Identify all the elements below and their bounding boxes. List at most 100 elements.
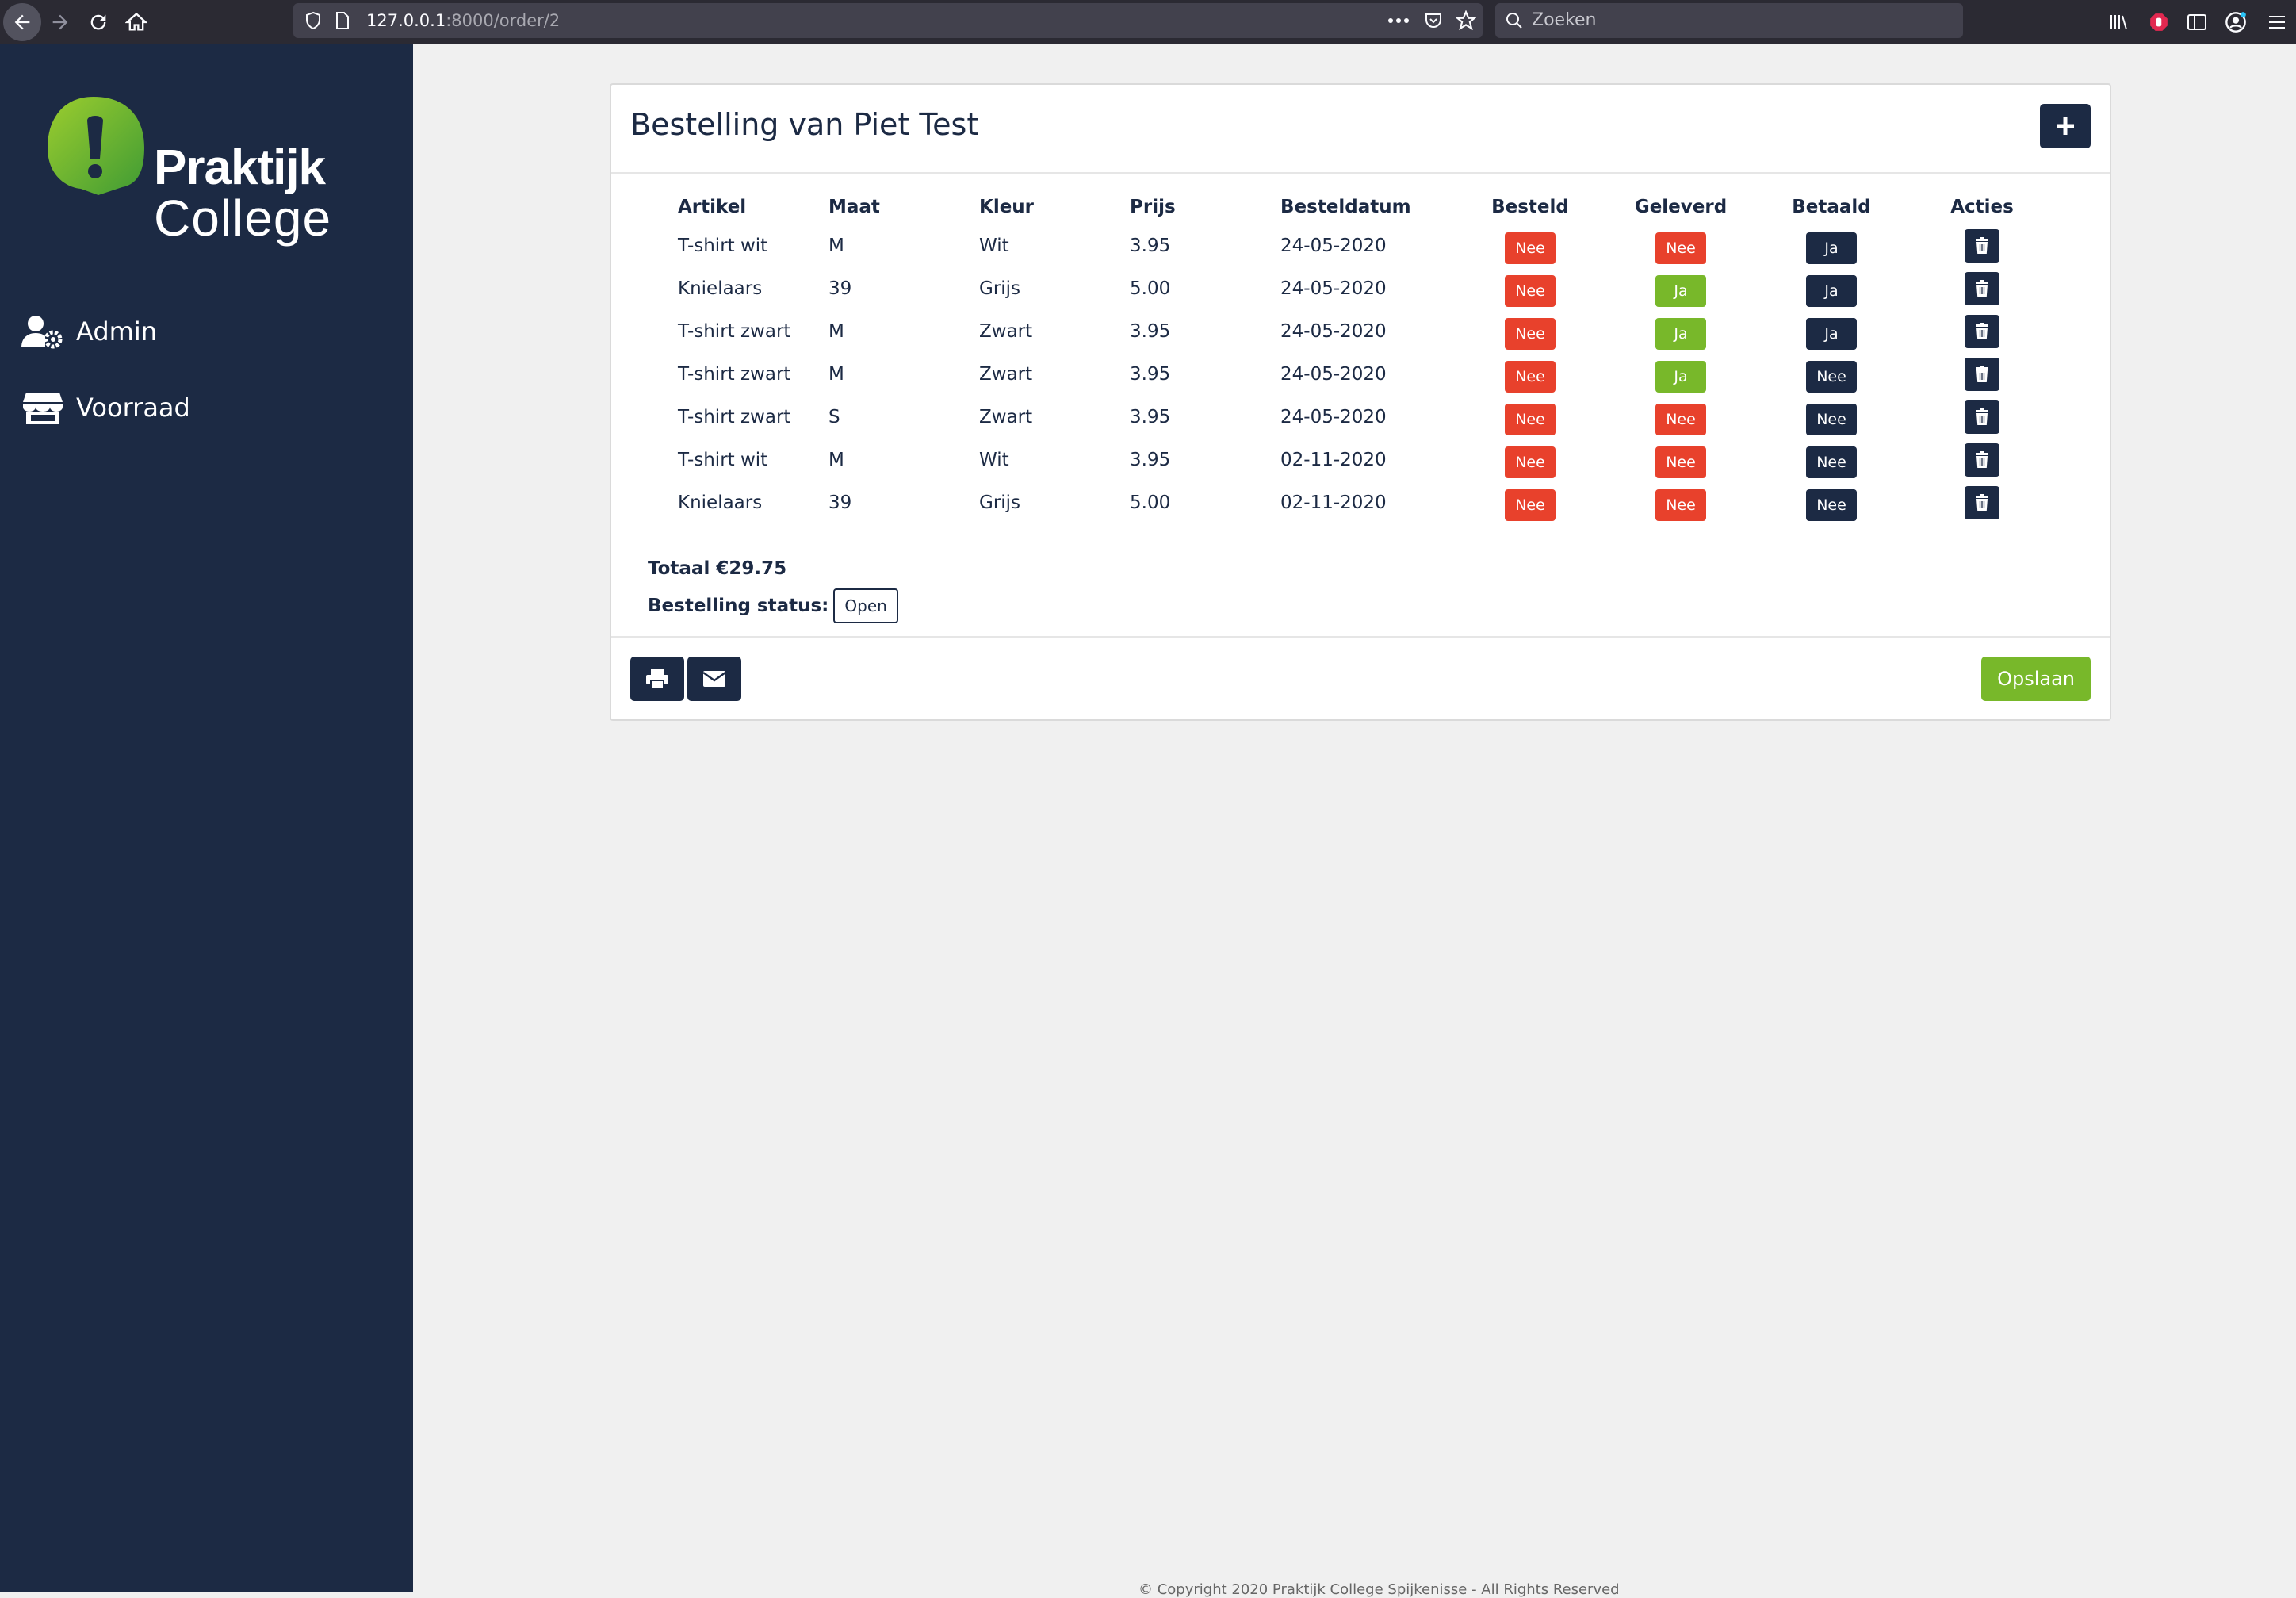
table-row: Knielaars 39 Grijs 5.00 24-05-2020 Nee Ja Ja [649, 267, 2057, 310]
besteld-toggle-badge[interactable]: Nee [1505, 232, 1556, 264]
delete-button[interactable] [1965, 272, 1999, 305]
cell-besteldatum: 24-05-2020 [1280, 364, 1387, 385]
cell-geleverd: Nee [1605, 396, 1756, 439]
sidebar-item-admin[interactable]: Admin [21, 308, 157, 355]
cell-besteldatum: 02-11-2020 [1280, 450, 1387, 470]
cell-prijs: 3.95 [1130, 407, 1171, 427]
cell-geleverd: Ja [1605, 310, 1756, 353]
cell-besteld: Nee [1455, 310, 1605, 353]
home-icon [125, 12, 147, 31]
geleverd-toggle-badge[interactable]: Nee [1655, 404, 1706, 435]
betaald-toggle-badge[interactable]: Nee [1806, 446, 1857, 478]
besteld-toggle-badge[interactable]: Nee [1505, 361, 1556, 393]
print-button[interactable] [630, 657, 684, 701]
column-header: Maat [828, 197, 880, 217]
sidebar-item-voorraad[interactable]: Voorraad [21, 384, 190, 431]
geleverd-toggle-badge[interactable]: Nee [1655, 232, 1706, 264]
status-button[interactable]: Open [833, 588, 898, 623]
cell-prijs: 5.00 [1130, 278, 1171, 299]
cell-prijs: 5.00 [1130, 492, 1171, 513]
column-header: Kleur [979, 197, 1035, 217]
besteld-toggle-badge[interactable]: Nee [1505, 446, 1556, 478]
geleverd-toggle-badge[interactable]: Nee [1655, 446, 1706, 478]
cell-betaald: Nee [1756, 439, 1907, 481]
betaald-toggle-badge[interactable]: Nee [1806, 489, 1857, 521]
besteld-toggle-badge[interactable]: Nee [1505, 275, 1556, 307]
delete-button[interactable] [1965, 358, 1999, 391]
menu-icon[interactable] [2267, 0, 2286, 44]
delete-button[interactable] [1965, 443, 1999, 477]
trash-icon [1976, 237, 1988, 254]
geleverd-toggle-badge[interactable]: Ja [1655, 361, 1706, 393]
trash-icon [1976, 323, 1988, 339]
delete-button[interactable] [1965, 315, 1999, 348]
cell-besteld: Nee [1455, 353, 1605, 396]
table-row: Knielaars 39 Grijs 5.00 02-11-2020 Nee Nee Nee [649, 481, 2057, 524]
cell-prijs: 3.95 [1130, 450, 1171, 470]
column-header: Artikel [678, 197, 747, 217]
trash-icon [1976, 451, 1988, 468]
betaald-toggle-badge[interactable]: Ja [1806, 275, 1857, 307]
table-row: T-shirt zwart S Zwart 3.95 24-05-2020 Nee Nee N… [649, 396, 2057, 439]
cell-acties [1907, 481, 2057, 524]
table-row: T-shirt zwart M Zwart 3.95 24-05-2020 Nee Ja Ja [649, 310, 2057, 353]
save-button[interactable]: Opslaan [1981, 657, 2091, 701]
besteld-toggle-badge[interactable]: Nee [1505, 489, 1556, 521]
cell-acties [1907, 267, 2057, 310]
account-icon[interactable] [2225, 0, 2247, 44]
cell-geleverd: Ja [1605, 267, 1756, 310]
logo-text-college: College [154, 190, 332, 247]
reload-button[interactable] [79, 0, 117, 44]
order-table: Artikel Maat Kleur Prijs Besteldatum Bes… [649, 190, 2057, 524]
more-actions-icon[interactable] [1387, 3, 1410, 38]
add-item-button[interactable] [2040, 104, 2091, 148]
card-footer: Opslaan [611, 636, 2110, 721]
bookmark-star-icon[interactable] [1456, 3, 1476, 38]
geleverd-toggle-badge[interactable]: Nee [1655, 489, 1706, 521]
library-icon[interactable] [2109, 0, 2130, 44]
cell-geleverd: Nee [1605, 224, 1756, 267]
geleverd-toggle-badge[interactable]: Ja [1655, 318, 1706, 350]
order-table-body: T-shirt wit M Wit 3.95 24-05-2020 Nee Nee Ja Kni… [649, 224, 2057, 524]
delete-button[interactable] [1965, 229, 1999, 263]
cell-maat: M [828, 450, 844, 470]
cell-artikel: T-shirt zwart [678, 364, 791, 385]
cell-acties [1907, 224, 2057, 267]
pocket-icon[interactable] [1424, 3, 1443, 38]
cell-geleverd: Ja [1605, 353, 1756, 396]
cell-kleur: Wit [979, 450, 1009, 470]
betaald-toggle-badge[interactable]: Nee [1806, 404, 1857, 435]
besteld-toggle-badge[interactable]: Nee [1505, 404, 1556, 435]
sidebar-item-label: Voorraad [76, 393, 190, 423]
cell-kleur: Grijs [979, 278, 1021, 299]
cell-betaald: Ja [1756, 224, 1907, 267]
geleverd-toggle-badge[interactable]: Ja [1655, 275, 1706, 307]
forward-button[interactable] [41, 0, 79, 44]
cell-geleverd: Nee [1605, 439, 1756, 481]
search-bar[interactable]: Zoeken [1495, 3, 1963, 38]
page-icon [335, 3, 350, 38]
sidebar-toggle-icon[interactable] [2187, 0, 2207, 44]
home-button[interactable] [117, 0, 155, 44]
sidebar-item-label: Admin [76, 316, 157, 347]
cell-prijs: 3.95 [1130, 364, 1171, 385]
besteld-toggle-badge[interactable]: Nee [1505, 318, 1556, 350]
email-button[interactable] [687, 657, 741, 701]
address-bar[interactable]: 127.0.0.1:8000/order/2 [293, 3, 1483, 38]
cell-besteldatum: 24-05-2020 [1280, 407, 1387, 427]
betaald-toggle-badge[interactable]: Ja [1806, 318, 1857, 350]
back-button[interactable] [3, 0, 41, 44]
delete-button[interactable] [1965, 486, 1999, 519]
cell-acties [1907, 396, 2057, 439]
betaald-toggle-badge[interactable]: Nee [1806, 361, 1857, 393]
cell-maat: 39 [828, 278, 852, 299]
column-header: Besteldatum [1280, 197, 1411, 217]
cell-kleur: Zwart [979, 407, 1033, 427]
betaald-toggle-badge[interactable]: Ja [1806, 232, 1857, 264]
addon-stop-icon[interactable] [2149, 0, 2169, 44]
trash-icon [1976, 408, 1988, 425]
delete-button[interactable] [1965, 400, 1999, 434]
url-text: 127.0.0.1:8000/order/2 [366, 11, 561, 30]
column-header: Geleverd [1634, 197, 1728, 217]
cell-maat: 39 [828, 492, 852, 513]
